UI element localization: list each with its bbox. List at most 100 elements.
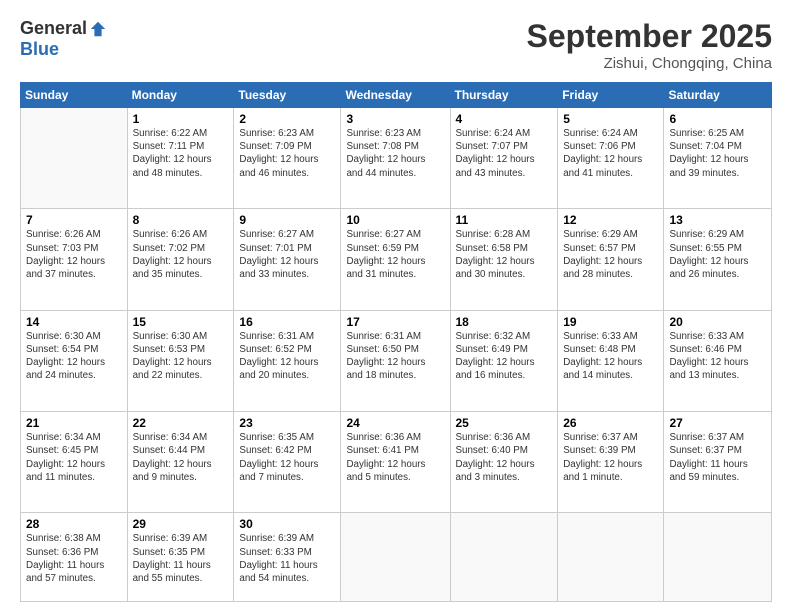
- table-row: [558, 513, 664, 602]
- day-number: 23: [239, 416, 335, 430]
- col-sunday: Sunday: [21, 83, 128, 108]
- logo-general-text: General: [20, 18, 87, 39]
- day-number: 4: [456, 112, 553, 126]
- table-row: [664, 513, 772, 602]
- day-info: Sunrise: 6:32 AMSunset: 6:49 PMDaylight:…: [456, 330, 553, 383]
- day-info: Sunrise: 6:36 AMSunset: 6:40 PMDaylight:…: [456, 431, 553, 484]
- col-saturday: Saturday: [664, 83, 772, 108]
- table-row: 18Sunrise: 6:32 AMSunset: 6:49 PMDayligh…: [450, 310, 558, 411]
- col-monday: Monday: [127, 83, 234, 108]
- table-row: 9Sunrise: 6:27 AMSunset: 7:01 PMDaylight…: [234, 209, 341, 310]
- page: General Blue September 2025 Zishui, Chon…: [0, 0, 792, 612]
- col-tuesday: Tuesday: [234, 83, 341, 108]
- day-info: Sunrise: 6:31 AMSunset: 6:50 PMDaylight:…: [346, 330, 444, 383]
- day-info: Sunrise: 6:22 AMSunset: 7:11 PMDaylight:…: [133, 127, 229, 180]
- day-info: Sunrise: 6:39 AMSunset: 6:33 PMDaylight:…: [239, 532, 335, 585]
- day-info: Sunrise: 6:25 AMSunset: 7:04 PMDaylight:…: [669, 127, 766, 180]
- table-row: 3Sunrise: 6:23 AMSunset: 7:08 PMDaylight…: [341, 108, 450, 209]
- day-info: Sunrise: 6:33 AMSunset: 6:46 PMDaylight:…: [669, 330, 766, 383]
- day-number: 24: [346, 416, 444, 430]
- day-number: 13: [669, 213, 766, 227]
- col-wednesday: Wednesday: [341, 83, 450, 108]
- day-info: Sunrise: 6:24 AMSunset: 7:06 PMDaylight:…: [563, 127, 658, 180]
- day-number: 15: [133, 315, 229, 329]
- table-row: 27Sunrise: 6:37 AMSunset: 6:37 PMDayligh…: [664, 412, 772, 513]
- day-number: 26: [563, 416, 658, 430]
- table-row: [450, 513, 558, 602]
- day-info: Sunrise: 6:29 AMSunset: 6:55 PMDaylight:…: [669, 228, 766, 281]
- table-row: 15Sunrise: 6:30 AMSunset: 6:53 PMDayligh…: [127, 310, 234, 411]
- day-number: 12: [563, 213, 658, 227]
- day-info: Sunrise: 6:24 AMSunset: 7:07 PMDaylight:…: [456, 127, 553, 180]
- table-row: 22Sunrise: 6:34 AMSunset: 6:44 PMDayligh…: [127, 412, 234, 513]
- table-row: 29Sunrise: 6:39 AMSunset: 6:35 PMDayligh…: [127, 513, 234, 602]
- day-info: Sunrise: 6:29 AMSunset: 6:57 PMDaylight:…: [563, 228, 658, 281]
- table-row: 11Sunrise: 6:28 AMSunset: 6:58 PMDayligh…: [450, 209, 558, 310]
- logo-icon: [89, 20, 107, 38]
- day-info: Sunrise: 6:34 AMSunset: 6:44 PMDaylight:…: [133, 431, 229, 484]
- col-friday: Friday: [558, 83, 664, 108]
- day-number: 7: [26, 213, 122, 227]
- day-number: 28: [26, 517, 122, 531]
- day-number: 30: [239, 517, 335, 531]
- day-info: Sunrise: 6:33 AMSunset: 6:48 PMDaylight:…: [563, 330, 658, 383]
- table-row: 23Sunrise: 6:35 AMSunset: 6:42 PMDayligh…: [234, 412, 341, 513]
- day-number: 5: [563, 112, 658, 126]
- table-row: 25Sunrise: 6:36 AMSunset: 6:40 PMDayligh…: [450, 412, 558, 513]
- day-number: 3: [346, 112, 444, 126]
- table-row: 20Sunrise: 6:33 AMSunset: 6:46 PMDayligh…: [664, 310, 772, 411]
- table-row: 7Sunrise: 6:26 AMSunset: 7:03 PMDaylight…: [21, 209, 128, 310]
- day-info: Sunrise: 6:23 AMSunset: 7:09 PMDaylight:…: [239, 127, 335, 180]
- table-row: 6Sunrise: 6:25 AMSunset: 7:04 PMDaylight…: [664, 108, 772, 209]
- day-info: Sunrise: 6:28 AMSunset: 6:58 PMDaylight:…: [456, 228, 553, 281]
- table-row: 8Sunrise: 6:26 AMSunset: 7:02 PMDaylight…: [127, 209, 234, 310]
- day-info: Sunrise: 6:31 AMSunset: 6:52 PMDaylight:…: [239, 330, 335, 383]
- table-row: 16Sunrise: 6:31 AMSunset: 6:52 PMDayligh…: [234, 310, 341, 411]
- day-number: 1: [133, 112, 229, 126]
- table-row: 14Sunrise: 6:30 AMSunset: 6:54 PMDayligh…: [21, 310, 128, 411]
- table-row: 17Sunrise: 6:31 AMSunset: 6:50 PMDayligh…: [341, 310, 450, 411]
- table-row: 24Sunrise: 6:36 AMSunset: 6:41 PMDayligh…: [341, 412, 450, 513]
- day-number: 20: [669, 315, 766, 329]
- table-row: 13Sunrise: 6:29 AMSunset: 6:55 PMDayligh…: [664, 209, 772, 310]
- calendar: Sunday Monday Tuesday Wednesday Thursday…: [20, 82, 772, 602]
- day-number: 9: [239, 213, 335, 227]
- table-row: 10Sunrise: 6:27 AMSunset: 6:59 PMDayligh…: [341, 209, 450, 310]
- subtitle: Zishui, Chongqing, China: [527, 55, 772, 72]
- col-thursday: Thursday: [450, 83, 558, 108]
- table-row: 26Sunrise: 6:37 AMSunset: 6:39 PMDayligh…: [558, 412, 664, 513]
- day-info: Sunrise: 6:35 AMSunset: 6:42 PMDaylight:…: [239, 431, 335, 484]
- table-row: [21, 108, 128, 209]
- day-number: 11: [456, 213, 553, 227]
- day-number: 16: [239, 315, 335, 329]
- day-number: 10: [346, 213, 444, 227]
- day-number: 14: [26, 315, 122, 329]
- logo: General Blue: [20, 18, 107, 60]
- day-number: 27: [669, 416, 766, 430]
- logo-blue-text: Blue: [20, 39, 59, 60]
- day-info: Sunrise: 6:26 AMSunset: 7:02 PMDaylight:…: [133, 228, 229, 281]
- table-row: [341, 513, 450, 602]
- table-row: 28Sunrise: 6:38 AMSunset: 6:36 PMDayligh…: [21, 513, 128, 602]
- day-info: Sunrise: 6:27 AMSunset: 6:59 PMDaylight:…: [346, 228, 444, 281]
- day-number: 19: [563, 315, 658, 329]
- month-title: September 2025: [527, 18, 772, 55]
- day-number: 21: [26, 416, 122, 430]
- table-row: 21Sunrise: 6:34 AMSunset: 6:45 PMDayligh…: [21, 412, 128, 513]
- day-info: Sunrise: 6:30 AMSunset: 6:54 PMDaylight:…: [26, 330, 122, 383]
- table-row: 30Sunrise: 6:39 AMSunset: 6:33 PMDayligh…: [234, 513, 341, 602]
- day-number: 2: [239, 112, 335, 126]
- day-info: Sunrise: 6:23 AMSunset: 7:08 PMDaylight:…: [346, 127, 444, 180]
- title-section: September 2025 Zishui, Chongqing, China: [527, 18, 772, 72]
- day-info: Sunrise: 6:39 AMSunset: 6:35 PMDaylight:…: [133, 532, 229, 585]
- day-info: Sunrise: 6:37 AMSunset: 6:37 PMDaylight:…: [669, 431, 766, 484]
- table-row: 19Sunrise: 6:33 AMSunset: 6:48 PMDayligh…: [558, 310, 664, 411]
- day-number: 6: [669, 112, 766, 126]
- day-number: 18: [456, 315, 553, 329]
- day-info: Sunrise: 6:38 AMSunset: 6:36 PMDaylight:…: [26, 532, 122, 585]
- day-number: 25: [456, 416, 553, 430]
- day-number: 29: [133, 517, 229, 531]
- day-number: 8: [133, 213, 229, 227]
- day-number: 17: [346, 315, 444, 329]
- table-row: 1Sunrise: 6:22 AMSunset: 7:11 PMDaylight…: [127, 108, 234, 209]
